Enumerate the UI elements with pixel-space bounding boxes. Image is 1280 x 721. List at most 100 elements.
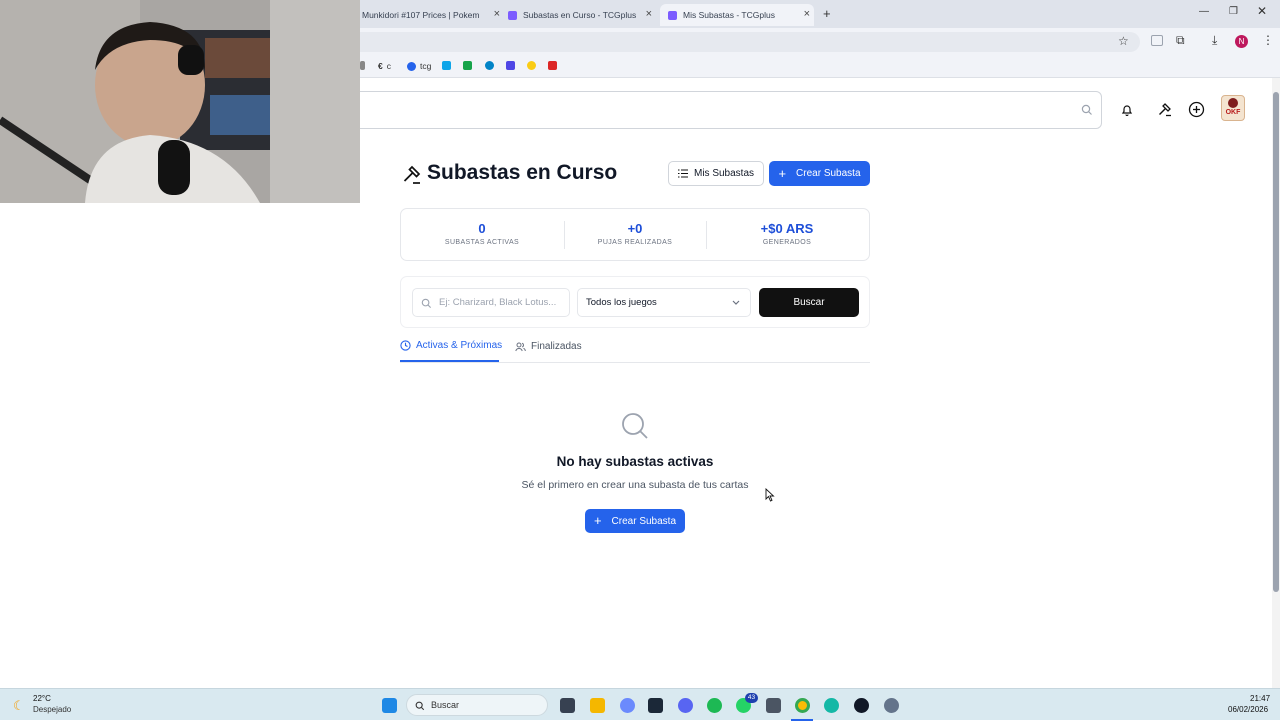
tabs-divider [400,362,870,363]
mouse-cursor-icon [765,488,775,502]
stat-value: +$0 ARS [760,221,814,236]
browser-tab-mis-subastas[interactable]: Mis Subastas - TCGplus × [660,4,814,26]
bookmark-item[interactable] [506,61,519,70]
windows-start-icon[interactable] [382,698,397,713]
bookmark-item-c[interactable]: € c [378,61,391,71]
stat-divider [706,221,707,249]
bookmark-favicon-icon [527,61,536,70]
steam-icon[interactable] [648,698,663,713]
chrome-icon[interactable] [795,698,810,713]
app-icon[interactable] [824,698,839,713]
close-tab-icon[interactable]: × [494,8,500,20]
extension-icon[interactable] [1151,35,1163,46]
stat-value: 0 [478,221,486,236]
browser-tab-munkidori[interactable]: Munkidori #107 Prices | Pokem × [362,4,500,26]
weather-desc[interactable]: Despejado [33,705,71,714]
tcgplus-favicon-icon [508,10,517,20]
logo-emblem-icon [1228,98,1238,108]
copilot-icon[interactable] [620,698,635,713]
crear-subasta-header-button[interactable]: + Crear Subasta [769,161,870,186]
restore-icon[interactable]: ❐ [1229,6,1238,17]
bookmark-item[interactable] [463,61,476,70]
site-search-input[interactable] [300,91,1102,129]
bookmark-label: c [386,61,391,71]
tab-finalizadas[interactable]: Finalizadas [515,341,582,352]
calculator-icon[interactable] [766,698,781,713]
new-tab-button[interactable]: + [823,6,831,21]
tab-label: Activas & Próximas [416,340,503,351]
select-value: Todos los juegos [586,297,657,308]
crear-subasta-empty-button[interactable]: + Crear Subasta [585,509,685,533]
clock-date[interactable]: 06/02/2026 [1228,705,1268,714]
puzzle-extensions-icon[interactable]: ⧉ [1176,33,1185,48]
clock-time[interactable]: 21:47 [1250,694,1270,703]
gavel-icon[interactable] [1157,102,1173,118]
stat-label: GENERADOS [762,239,812,246]
scrollbar-thumb[interactable] [1273,92,1279,592]
browser-tab-subastas-en-curso[interactable]: Subastas en Curso - TCGplus × [508,4,652,26]
bookmark-item-tcg[interactable]: tcg [407,61,431,71]
app-icon[interactable] [854,698,869,713]
taskbar-search-box[interactable]: Buscar [406,694,548,716]
download-icon[interactable]: ⤓ [1212,33,1217,48]
page-title: Subastas en Curso [427,161,618,184]
add-circle-icon[interactable] [1188,101,1205,118]
spotify-icon[interactable] [707,698,722,713]
whatsapp-badge: 43 [745,693,758,703]
search-placeholder: Ej: Charizard, Black Lotus... [439,297,557,308]
weather-temp[interactable]: 22°C [33,694,51,703]
stat-generados: +$0 ARS GENERADOS [712,221,862,246]
search-icon [1081,104,1092,115]
stat-pujas-realizadas: +0 PUJAS REALIZADAS [560,221,710,246]
auction-search-input[interactable]: Ej: Charizard, Black Lotus... [412,288,570,317]
tab-label: Finalizadas [531,341,582,352]
stats-card: 0 SUBASTAS ACTIVAS +0 PUJAS REALIZADAS +… [400,208,870,261]
bookmark-favicon-icon [485,61,494,70]
bookmark-favicon-icon [360,61,365,70]
bookmark-favicon-icon [442,61,451,70]
file-explorer-icon[interactable] [590,698,605,713]
game-filter-select[interactable]: Todos los juegos [577,288,751,317]
clock-icon [400,340,411,351]
bookmark-favicon-icon [548,61,557,70]
search-icon [421,298,432,309]
button-label: Crear Subasta [796,168,861,179]
task-view-icon[interactable] [560,698,575,713]
settings-gear-icon[interactable] [884,698,899,713]
bookmark-label: tcg [420,61,432,71]
empty-state-subtitle: Sé el primero en crear una subasta de tu… [521,479,749,491]
close-window-icon[interactable]: ✕ [1257,4,1267,18]
minimize-icon[interactable]: — [1199,6,1209,17]
taskbar-search-label: Buscar [431,700,460,710]
button-label: Buscar [793,297,825,308]
chevron-down-icon [732,300,740,305]
bookmark-star-icon[interactable]: ☆ [1118,34,1129,48]
tab-title: Munkidori #107 Prices | Pokem [362,10,480,20]
tab-activas-proximas[interactable]: Activas & Próximas [400,340,502,351]
users-icon [515,342,526,351]
profile-avatar[interactable]: N [1235,35,1248,48]
tcg-favicon-icon [407,61,416,71]
bell-icon[interactable] [1120,103,1134,117]
active-tab-indicator [400,360,499,362]
buscar-button[interactable]: Buscar [759,288,859,317]
plus-icon: + [778,165,787,181]
menu-dots-icon[interactable]: ⋮ [1262,33,1274,47]
store-logo-avatar[interactable]: OKF [1221,95,1245,121]
close-tab-icon[interactable]: × [646,8,652,20]
gavel-title-icon [403,165,421,184]
bookmark-item[interactable] [360,61,369,70]
empty-search-icon [622,413,648,439]
discord-icon[interactable] [678,698,693,713]
tab-title: Subastas en Curso - TCGplus [523,10,637,20]
bookmark-item[interactable] [442,61,455,70]
mis-subastas-button[interactable]: Mis Subastas [668,161,764,186]
close-tab-icon[interactable]: × [804,8,810,20]
bookmark-item[interactable] [527,61,540,70]
logo-text: OKF [1225,109,1241,116]
stat-value: +0 [627,221,643,236]
bookmark-item[interactable] [548,61,561,70]
plus-icon: + [593,513,602,528]
bookmark-item[interactable] [485,61,498,70]
empty-state-title: No hay subastas activas [556,454,714,469]
